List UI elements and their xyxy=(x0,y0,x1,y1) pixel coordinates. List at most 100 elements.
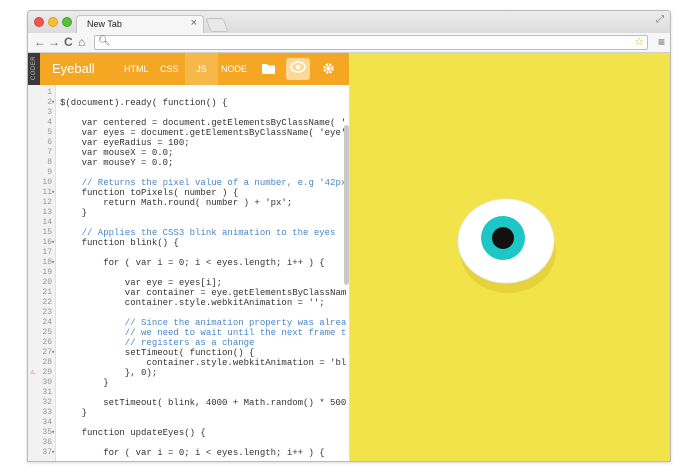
code-text: } xyxy=(60,208,88,218)
line-number: 24 xyxy=(42,318,52,327)
code-text: container.style.webkitAnimation = ''; xyxy=(60,298,325,308)
line-number: 30 xyxy=(42,378,52,387)
line-number: 37 xyxy=(42,448,52,457)
project-title: Eyeball xyxy=(52,61,95,76)
fold-arrow-icon[interactable]: ▾ xyxy=(51,258,55,268)
line-number: 14 xyxy=(42,218,52,227)
search-icon: 🔍︎ xyxy=(98,36,111,47)
home-icon[interactable]: ⌂ xyxy=(78,35,85,49)
line-number: 10 xyxy=(42,178,52,187)
app-header: CODER Eyeball HTML CSS JS NODE xyxy=(28,53,349,85)
preview-panel xyxy=(350,53,670,461)
bookmark-star-icon[interactable]: ☆ xyxy=(634,35,644,48)
fullscreen-icon[interactable]: ⤢ xyxy=(656,14,664,25)
editor-scrollbar[interactable] xyxy=(344,125,349,285)
code-text: // Applies the CSS3 blink animation to t… xyxy=(60,228,336,238)
line-number: 23 xyxy=(42,308,52,317)
fold-arrow-icon[interactable]: ▾ xyxy=(51,348,55,358)
browser-tab[interactable]: New Tab × xyxy=(76,15,204,33)
close-tab-icon[interactable]: × xyxy=(191,17,197,29)
title-bar: New Tab × ⤢ xyxy=(28,11,670,33)
line-number: 15 xyxy=(42,228,52,237)
code-text: // registers as a change xyxy=(60,338,255,348)
code-text: var mouseX = 0.0; xyxy=(60,148,174,158)
preview-toggle-button[interactable] xyxy=(286,58,310,80)
fold-arrow-icon[interactable]: ▾ xyxy=(51,188,55,198)
fold-arrow-icon[interactable]: ▾ xyxy=(51,238,55,248)
line-number: 7 xyxy=(47,148,52,157)
line-number: 25 xyxy=(42,328,52,337)
code-text: container.style.webkitAnimation = 'bl xyxy=(60,358,346,368)
folder-icon[interactable] xyxy=(262,62,275,77)
line-number: 6 xyxy=(47,138,52,147)
line-number: 18 xyxy=(42,258,52,267)
forward-icon[interactable]: → xyxy=(48,35,60,49)
side-strip: CODER xyxy=(28,53,40,85)
code-text: $(document).ready( function() { xyxy=(60,98,228,108)
code-text: var mouseY = 0.0; xyxy=(60,158,174,168)
code-text: var eye = eyes[i]; xyxy=(60,278,223,288)
code-text: var eyes = document.getElementsByClassNa… xyxy=(60,128,346,138)
line-number: 5 xyxy=(47,128,52,137)
code-text: setTimeout( blink, 4000 + Math.random() … xyxy=(60,398,346,408)
gear-icon[interactable] xyxy=(322,62,335,78)
browser-menu-icon[interactable]: ≡ xyxy=(658,35,665,49)
tab-html[interactable]: HTML xyxy=(124,64,149,74)
line-number: 27 xyxy=(42,348,52,357)
line-number: 29 xyxy=(42,368,52,377)
code-text: function blink() { xyxy=(60,238,179,248)
code-text: var container = eye.getElementsByClassNa… xyxy=(60,288,346,298)
code-text: function updateEyes() { xyxy=(60,428,206,438)
tab-title: New Tab xyxy=(87,19,122,29)
side-label: CODER xyxy=(31,55,38,81)
line-number: 33 xyxy=(42,408,52,417)
code-text: var centered = document.getElementsByCla… xyxy=(60,118,346,128)
fold-arrow-icon[interactable]: ▾ xyxy=(51,98,55,108)
code-text: var eyeRadius = 100; xyxy=(60,138,190,148)
line-number: 1 xyxy=(47,88,52,97)
code-text: // we need to wait until the next frame … xyxy=(60,328,346,338)
line-number: 11 xyxy=(42,188,52,197)
line-number: 3 xyxy=(47,108,52,117)
tab-js[interactable]: JS xyxy=(185,53,218,85)
line-number: 13 xyxy=(42,208,52,217)
fold-arrow-icon[interactable]: ▾ xyxy=(51,448,55,458)
minimize-window-button[interactable] xyxy=(48,17,58,27)
code-area[interactable]: 1 2 ▾ $(document).ready( function() {3 4 var… xyxy=(28,85,349,461)
code-editor-panel: CODER Eyeball HTML CSS JS NODE 1 2 ▾ $(d… xyxy=(28,53,350,461)
code-text: // Since the animation property was alre… xyxy=(60,318,346,328)
browser-window: New Tab × ⤢ ← → C ⌂ 🔍︎ ☆ ≡ CODER Eyeball… xyxy=(27,10,671,462)
zoom-window-button[interactable] xyxy=(62,17,72,27)
line-number: 2 xyxy=(47,98,52,107)
code-text: for ( var i = 0; i < eyes.length; i++ ) … xyxy=(60,448,325,458)
line-number: 36 xyxy=(42,438,52,447)
back-icon[interactable]: ← xyxy=(34,35,46,49)
line-number: 20 xyxy=(42,278,52,287)
address-bar[interactable]: 🔍︎ ☆ xyxy=(94,35,648,50)
line-number: 31 xyxy=(42,388,52,397)
reload-icon[interactable]: C xyxy=(64,35,73,49)
page-content: CODER Eyeball HTML CSS JS NODE 1 2 ▾ $(d… xyxy=(28,53,670,461)
line-number: 19 xyxy=(42,268,52,277)
code-text: for ( var i = 0; i < eyes.length; i++ ) … xyxy=(60,258,325,268)
close-window-button[interactable] xyxy=(34,17,44,27)
line-number: 8 xyxy=(47,158,52,167)
tab-css[interactable]: CSS xyxy=(160,64,179,74)
code-text: function toPixels( number ) { xyxy=(60,188,239,198)
browser-toolbar: ← → C ⌂ 🔍︎ ☆ ≡ xyxy=(28,33,670,53)
new-tab-button[interactable] xyxy=(205,18,229,32)
code-text: }, 0); xyxy=(60,368,158,378)
eye-icon xyxy=(290,61,306,73)
line-number: 17 xyxy=(42,248,52,257)
line-number: 32 xyxy=(42,398,52,407)
fold-arrow-icon[interactable]: ▾ xyxy=(51,428,55,438)
line-number: 21 xyxy=(42,288,52,297)
line-number: 34 xyxy=(42,418,52,427)
line-number: 12 xyxy=(42,198,52,207)
code-text: } xyxy=(60,408,88,418)
line-number: 4 xyxy=(47,118,52,127)
code-text: return Math.round( number ) + 'px'; xyxy=(60,198,293,208)
code-text: } xyxy=(60,378,109,388)
tab-node[interactable]: NODE xyxy=(221,64,247,74)
line-number: 22 xyxy=(42,298,52,307)
